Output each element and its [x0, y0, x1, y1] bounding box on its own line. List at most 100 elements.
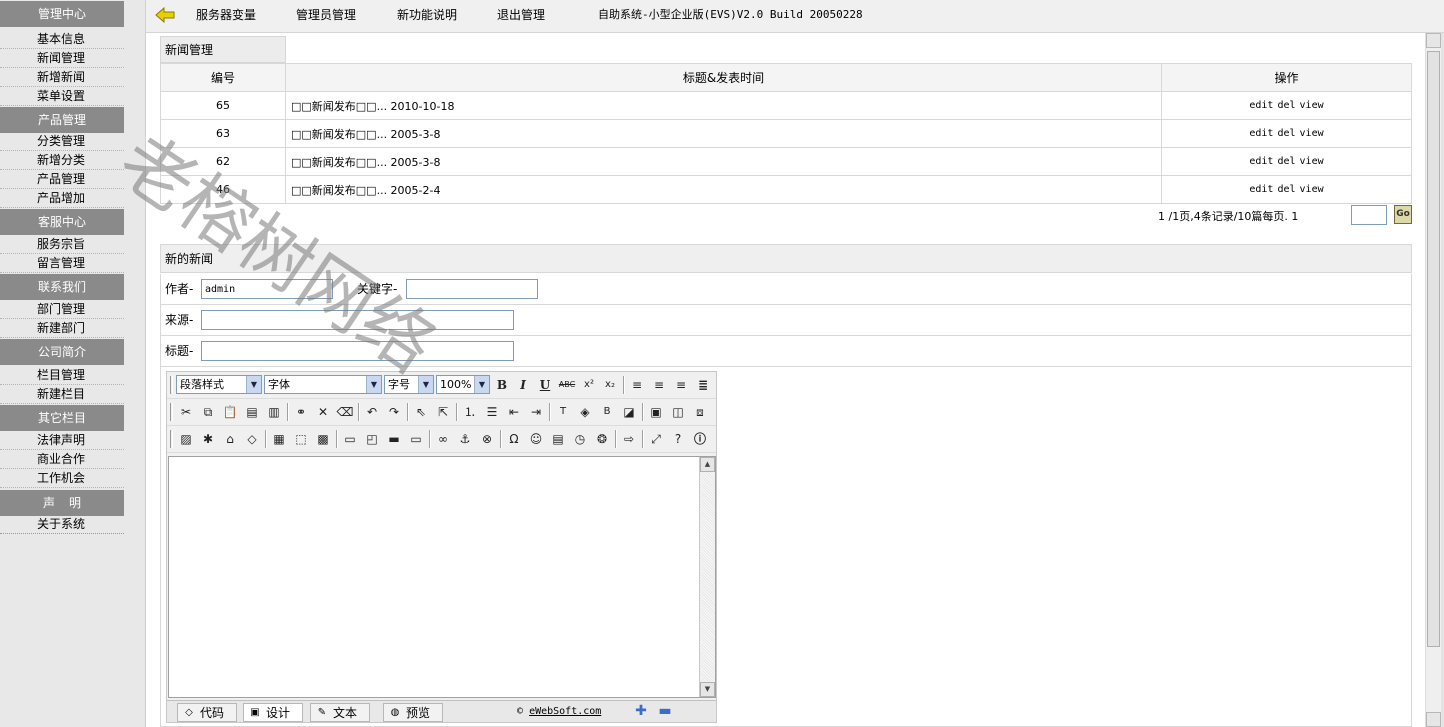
background-color-icon[interactable]: B: [597, 402, 617, 422]
view-link[interactable]: view: [1300, 184, 1324, 195]
nav-item-business[interactable]: 商业合作: [0, 450, 124, 469]
zoom-select[interactable]: 100% ▼: [436, 375, 490, 394]
fill-color-icon[interactable]: ◪: [619, 402, 639, 422]
insert-object-icon[interactable]: ◇: [242, 429, 262, 449]
info-icon[interactable]: ⓘ: [690, 429, 710, 449]
table-cell-icon[interactable]: ▩: [313, 429, 333, 449]
author-input[interactable]: [201, 279, 333, 299]
server-variables-link[interactable]: 服务器变量: [196, 0, 256, 30]
mode-tab-text[interactable]: ✎ 文本: [310, 703, 370, 722]
strikethrough-icon[interactable]: ABC: [557, 375, 577, 395]
insert-date-icon[interactable]: ▤: [548, 429, 568, 449]
title-input[interactable]: [201, 341, 514, 361]
nav-item-department-manage[interactable]: 部门管理: [0, 300, 124, 319]
subscript-icon[interactable]: x₂: [600, 375, 620, 395]
nav-item-basic-info[interactable]: 基本信息: [0, 30, 124, 49]
font-size-select[interactable]: 字号 ▼: [384, 375, 434, 394]
delete-icon[interactable]: ✕: [313, 402, 333, 422]
nav-item-add-category[interactable]: 新增分类: [0, 151, 124, 170]
nav-item-add-column[interactable]: 新建栏目: [0, 385, 124, 404]
special-char-icon[interactable]: Ω: [504, 429, 524, 449]
nav-item-about-system[interactable]: 关于系统: [0, 515, 124, 534]
news-title-link[interactable]: □□新闻发布□□... 2010-10-18: [285, 91, 1162, 120]
select-pointer-icon[interactable]: ⇖: [411, 402, 431, 422]
copy-icon[interactable]: ⧉: [198, 402, 218, 422]
shrink-icon[interactable]: ▬: [657, 704, 673, 720]
insert-marquee-icon[interactable]: ▭: [406, 429, 426, 449]
scroll-down-icon[interactable]: ▼: [700, 682, 715, 697]
nav-item-menu-settings[interactable]: 菜单设置: [0, 87, 124, 106]
insert-link-icon[interactable]: ∞: [433, 429, 453, 449]
indent-icon[interactable]: ⇥: [526, 402, 546, 422]
source-input[interactable]: [201, 310, 514, 330]
nav-item-guestbook[interactable]: 留言管理: [0, 254, 124, 273]
edit-link[interactable]: edit: [1249, 128, 1273, 139]
nav-item-service-purpose[interactable]: 服务宗旨: [0, 235, 124, 254]
paste-text-icon[interactable]: ▤: [242, 402, 262, 422]
undo-icon[interactable]: ↶: [362, 402, 382, 422]
edit-link[interactable]: edit: [1249, 184, 1273, 195]
nav-item-news-manage[interactable]: 新闻管理: [0, 49, 124, 68]
align-right-icon[interactable]: ≡: [671, 375, 691, 395]
bring-forward-icon[interactable]: ▣: [646, 402, 666, 422]
align-left-icon[interactable]: ≡: [627, 375, 647, 395]
redo-icon[interactable]: ↷: [384, 402, 404, 422]
align-center-icon[interactable]: ≡: [649, 375, 669, 395]
view-link[interactable]: view: [1300, 128, 1324, 139]
del-link[interactable]: del: [1277, 128, 1295, 139]
fullscreen-icon[interactable]: ⤢: [646, 429, 666, 449]
nav-item-product-manage[interactable]: 产品管理: [0, 170, 124, 189]
send-backward-icon[interactable]: ◫: [668, 402, 688, 422]
editor-content-area[interactable]: ▲ ▼: [168, 456, 716, 698]
insert-flash-icon[interactable]: ✱: [198, 429, 218, 449]
paste-word-icon[interactable]: ▥: [264, 402, 284, 422]
del-link[interactable]: del: [1277, 156, 1295, 167]
scroll-thumb[interactable]: [1427, 51, 1440, 647]
logout-link[interactable]: 退出管理: [497, 0, 545, 30]
scroll-down-icon[interactable]: [1426, 712, 1441, 727]
absolute-position-icon[interactable]: ⇱: [433, 402, 453, 422]
ewebsoft-link[interactable]: eWebSoft.com: [529, 706, 601, 717]
paragraph-style-select[interactable]: 段落样式 ▼: [176, 375, 262, 394]
emoticon-icon[interactable]: ☺: [526, 429, 546, 449]
import-icon[interactable]: ⇨: [619, 429, 639, 449]
justify-icon[interactable]: ≣: [693, 375, 713, 395]
eraser-icon[interactable]: ⌫: [335, 402, 355, 422]
view-link[interactable]: view: [1300, 100, 1324, 111]
editor-scrollbar[interactable]: ▲ ▼: [699, 457, 715, 697]
go-button[interactable]: Go: [1394, 205, 1412, 224]
insert-form-icon[interactable]: ▭: [340, 429, 360, 449]
insert-image-icon[interactable]: ▨: [176, 429, 196, 449]
news-title-link[interactable]: □□新闻发布□□... 2005-3-8: [285, 119, 1162, 148]
page-number-input[interactable]: [1351, 205, 1387, 225]
nav-item-add-product[interactable]: 产品增加: [0, 189, 124, 208]
insert-file-icon[interactable]: ❂: [592, 429, 612, 449]
underline-icon[interactable]: U: [535, 375, 555, 395]
bold-icon[interactable]: B: [492, 375, 512, 395]
admin-manage-link[interactable]: 管理员管理: [296, 0, 356, 30]
scroll-up-icon[interactable]: [1426, 33, 1441, 48]
insert-media-icon[interactable]: ⌂: [220, 429, 240, 449]
news-title-link[interactable]: □□新闻发布□□... 2005-3-8: [285, 147, 1162, 176]
del-link[interactable]: del: [1277, 184, 1295, 195]
nav-item-add-news[interactable]: 新增新闻: [0, 68, 124, 87]
mode-tab-design[interactable]: ▣ 设计: [243, 703, 303, 722]
superscript-icon[interactable]: x²: [579, 375, 599, 395]
view-link[interactable]: view: [1300, 156, 1324, 167]
news-title-link[interactable]: □□新闻发布□□... 2005-2-4: [285, 175, 1162, 204]
insert-anchor-icon[interactable]: ⚓: [455, 429, 475, 449]
del-link[interactable]: del: [1277, 100, 1295, 111]
remove-link-icon[interactable]: ⊗: [477, 429, 497, 449]
keyword-input[interactable]: [406, 279, 538, 299]
page-scrollbar[interactable]: [1425, 33, 1441, 727]
insert-table-icon[interactable]: ▦: [269, 429, 289, 449]
mode-tab-code[interactable]: ◇ 代码: [177, 703, 237, 722]
enlarge-icon[interactable]: ✚: [633, 704, 649, 720]
insert-iframe-icon[interactable]: ◰: [362, 429, 382, 449]
table-props-icon[interactable]: ⬚: [291, 429, 311, 449]
outdent-icon[interactable]: ⇤: [504, 402, 524, 422]
mode-tab-preview[interactable]: ◍ 预览: [383, 703, 443, 722]
help-icon[interactable]: ?: [668, 429, 688, 449]
edit-link[interactable]: edit: [1249, 100, 1273, 111]
nav-item-category-manage[interactable]: 分类管理: [0, 132, 124, 151]
